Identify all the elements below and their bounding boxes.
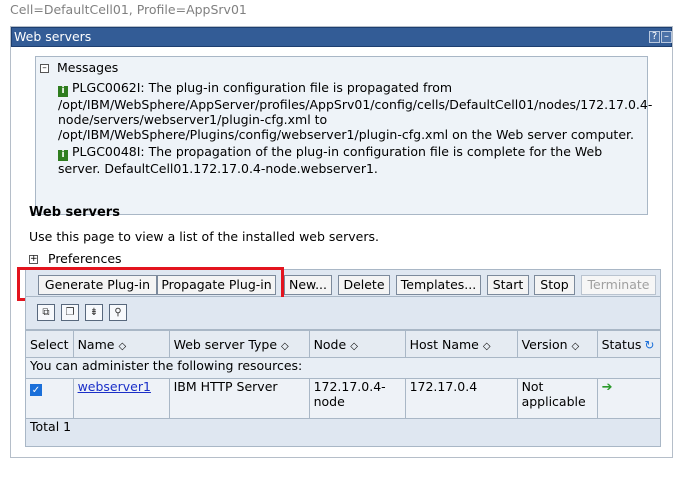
start-button[interactable]: Start <box>487 275 529 295</box>
terminate-button: Terminate <box>581 275 656 295</box>
minimize-icon[interactable]: – <box>661 31 672 43</box>
cell-profile-label: Cell=DefaultCell01, Profile=AppSrv01 <box>10 2 247 17</box>
info-icon: i <box>58 86 68 97</box>
resources-row: You can administer the following resourc… <box>25 357 661 379</box>
version-column-label: Version <box>521 336 568 352</box>
preferences-label[interactable]: Preferences <box>48 251 122 266</box>
select-column-header: Select <box>25 330 74 358</box>
messages-header: – Messages <box>40 60 118 75</box>
node-cell: 172.17.0.4-node <box>308 378 406 419</box>
stop-button[interactable]: Stop <box>534 275 575 295</box>
sort-icon[interactable]: ◇ <box>350 341 358 352</box>
version-column-header[interactable]: Version ◇ <box>516 330 598 358</box>
name-column-header[interactable]: Name ◇ <box>72 330 170 358</box>
table-tools-row: ⧉ ❐ ⇟ ⚲ <box>25 297 661 330</box>
new-button[interactable]: New... <box>284 275 332 295</box>
web-servers-portlet: Web servers ? – – Messages i PLGC0062I: Th… <box>10 26 673 458</box>
portlet-title: Web servers <box>14 29 92 44</box>
table-header-row: Select Name ◇ Web server Type ◇ Node ◇ Host… <box>25 330 662 358</box>
messages-heading: Messages <box>57 60 119 75</box>
info-icon: i <box>58 150 68 161</box>
help-icon[interactable]: ? <box>649 31 660 43</box>
version-cell: Not applicable <box>516 378 598 419</box>
type-column-label: Web server Type <box>173 336 278 352</box>
row-checkbox[interactable]: ✓ <box>30 384 42 396</box>
portlet-title-bar: Web servers ? – <box>11 27 672 47</box>
section-description: Use this page to view a list of the inst… <box>29 229 379 244</box>
sort-icon[interactable]: ◇ <box>281 341 289 352</box>
status-cell: ➔ <box>596 378 662 419</box>
status-column-header: Status ↻ <box>596 330 662 358</box>
select-all-icon[interactable]: ⧉ <box>37 304 55 321</box>
host-column-label: Host Name <box>409 336 479 352</box>
web-servers-table: Select Name ◇ Web server Type ◇ Node ◇ Host… <box>25 330 662 447</box>
message-text: PLGC0048I: The propagation of the plug-i… <box>58 144 603 176</box>
name-column-label: Name <box>77 336 115 352</box>
table-row: ✓ webserver1 IBM HTTP Server 172.17.0.4-… <box>25 378 662 419</box>
deselect-all-icon[interactable]: ❐ <box>61 304 79 321</box>
total-row: Total 1 <box>25 418 661 447</box>
messages-box: – Messages i PLGC0062I: The plug-in config… <box>35 56 652 215</box>
message-item: i PLGC0048I: The propagation of the plug-… <box>58 144 648 176</box>
collapse-messages-icon[interactable]: – <box>40 64 49 73</box>
select-cell: ✓ <box>25 378 74 419</box>
message-text: PLGC0062I: The plug-in configuration fil… <box>58 80 653 142</box>
highlight-box <box>17 267 284 301</box>
sort-icon[interactable]: ◇ <box>483 341 491 352</box>
expand-icon[interactable]: + <box>29 255 38 264</box>
host-column-header[interactable]: Host Name ◇ <box>404 330 518 358</box>
total-text: Total 1 <box>25 418 661 447</box>
delete-button[interactable]: Delete <box>338 275 390 295</box>
status-column-label: Status <box>601 336 642 352</box>
message-item: i PLGC0062I: The plug-in configuration fi… <box>58 80 652 142</box>
show-filter-icon[interactable]: ⇟ <box>85 304 103 321</box>
section-title: Web servers <box>29 205 120 220</box>
type-cell: IBM HTTP Server <box>168 378 310 419</box>
node-column-header[interactable]: Node ◇ <box>308 330 406 358</box>
refresh-icon[interactable]: ↻ <box>644 338 654 352</box>
sort-icon[interactable]: ◇ <box>572 341 580 352</box>
type-column-header[interactable]: Web server Type ◇ <box>168 330 310 358</box>
preferences-toggle[interactable]: + Preferences <box>29 251 122 266</box>
clear-filter-icon[interactable]: ⚲ <box>109 304 127 321</box>
host-cell: 172.17.0.4 <box>404 378 518 419</box>
name-cell: webserver1 <box>72 378 170 419</box>
resources-text: You can administer the following resourc… <box>25 357 661 379</box>
green-arrow-icon: ➔ <box>601 380 613 395</box>
node-column-label: Node <box>313 336 347 352</box>
sort-icon[interactable]: ◇ <box>118 341 126 352</box>
webserver-link[interactable]: webserver1 <box>78 379 151 394</box>
templates-button[interactable]: Templates... <box>396 275 481 295</box>
